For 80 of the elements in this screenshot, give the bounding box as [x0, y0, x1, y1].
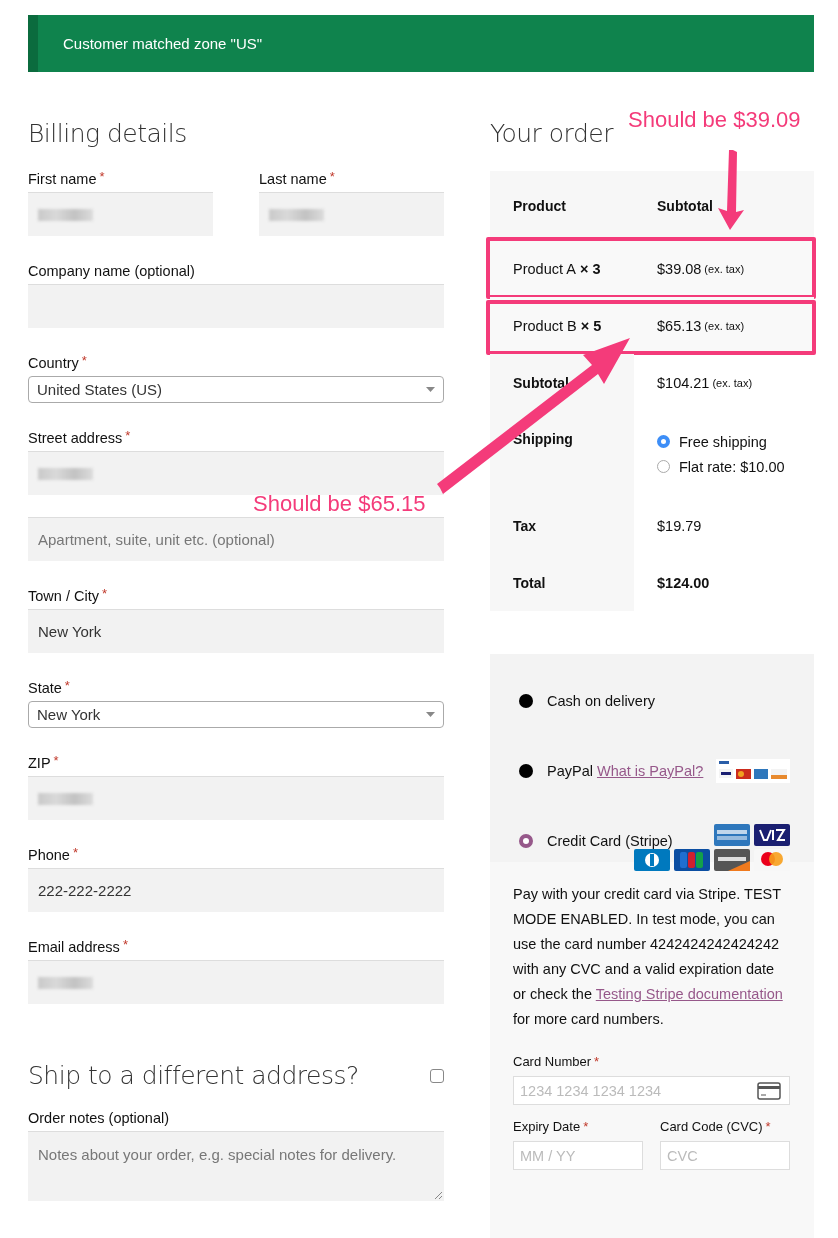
card-logo-icon [674, 849, 710, 871]
payment-method-label: Cash on delivery [547, 693, 655, 709]
link[interactable]: What is PayPal? [596, 763, 704, 779]
radio-button[interactable] [519, 694, 533, 708]
payment-method-label: PayPal [547, 763, 593, 779]
field-label: ZIP [28, 754, 51, 773]
field-label: Expiry Date [513, 1119, 581, 1135]
product-cell-text: Product B × 5 [512, 316, 603, 336]
select-field[interactable]: United States (US) [28, 376, 444, 403]
option-label: Flat rate: $10.00 [679, 458, 785, 475]
paypal-cards-icon [716, 759, 790, 783]
required-mark: * [81, 353, 87, 369]
annotation-text: Should be $65.15 [253, 491, 426, 517]
section-title: Ship to a different address? [28, 1060, 359, 1092]
required-mark: * [594, 1054, 600, 1070]
field-label: Card Number [513, 1054, 592, 1070]
field-label: Phone [28, 846, 70, 865]
price-cell-text: $65.13 (ex. tax) [656, 316, 746, 336]
link[interactable]: Testing Stripe documentation [595, 986, 783, 1002]
radio-button[interactable] [519, 834, 533, 848]
field-label: Company name (optional) [28, 262, 195, 281]
input-field[interactable] [28, 776, 444, 820]
section-title: Your order [490, 118, 613, 150]
required-mark: * [99, 169, 105, 185]
select-field[interactable]: New York [28, 701, 444, 728]
input-field[interactable] [259, 192, 444, 236]
input-field[interactable] [28, 284, 444, 328]
resize-grip-icon [434, 1191, 442, 1199]
field-label: First name [28, 170, 97, 189]
field-label: Last name [259, 170, 327, 189]
card-logo-icon [754, 824, 790, 846]
payment-method-label: Credit Card (Stripe) [547, 833, 673, 849]
required-mark: * [765, 1119, 771, 1135]
notice-text: Customer matched zone "US" [63, 35, 263, 52]
section-title: Billing details [28, 118, 188, 150]
required-mark: * [72, 845, 78, 861]
payment-description: Pay with your credit card via Stripe. TEST MODE ENABLED. In test mode, you can use the card number 4242424242424242 with any CVC and a valid expiration date or check the Testing Stripe documentation for more card numbers. [513, 885, 784, 1029]
required-mark: * [329, 169, 335, 185]
column-header: Subtotal [656, 196, 713, 216]
input-field[interactable] [28, 451, 444, 495]
field-label: Street address [28, 429, 123, 448]
required-mark: * [583, 1119, 589, 1135]
field-label: Email address [28, 938, 120, 957]
textarea-field[interactable]: Notes about your order, e.g. special notes for delivery. [28, 1131, 444, 1201]
card-logo-icon [714, 824, 750, 846]
field-label: Town / City [28, 587, 99, 606]
checkbox[interactable] [430, 1069, 444, 1083]
row-header: Shipping [490, 411, 634, 497]
input-field[interactable]: New York [28, 609, 444, 653]
credit-card-icon [757, 1081, 781, 1100]
price-cell-text: $104.21 (ex. tax) [656, 373, 754, 393]
input-field[interactable]: Apartment, suite, unit etc. (optional) [28, 517, 444, 561]
required-mark: * [101, 586, 107, 602]
required-mark: * [125, 428, 131, 444]
field-label: Card Code (CVC) [660, 1119, 763, 1135]
radio-button[interactable] [519, 764, 533, 778]
price-cell-text: $19.79 [656, 516, 703, 536]
caret-icon [426, 387, 435, 392]
required-mark: * [53, 753, 59, 769]
required-mark: * [122, 937, 128, 953]
field-label: State [28, 679, 62, 698]
required-mark: * [64, 678, 70, 694]
column-header: Product [512, 196, 566, 216]
row-header: Tax [490, 497, 634, 554]
row-header: Total [490, 554, 634, 611]
radio-button[interactable] [657, 460, 670, 473]
input-field[interactable] [28, 960, 444, 1004]
total-value: $124.00 [656, 573, 711, 593]
card-logo-icon [714, 849, 750, 871]
annotation-text: Should be $39.09 [628, 107, 801, 133]
notice-accent-bar [28, 15, 38, 72]
product-cell-text: Product A × 3 [512, 259, 602, 279]
field-label: Country [28, 354, 79, 373]
price-cell-text: $39.08 (ex. tax) [656, 259, 746, 279]
radio-button[interactable] [657, 435, 670, 448]
option-label: Free shipping [679, 433, 767, 450]
field-label: Order notes (optional) [28, 1109, 171, 1128]
input-field[interactable]: 222-222-2222 [28, 868, 444, 912]
caret-icon [426, 712, 435, 717]
input-field[interactable] [28, 192, 213, 236]
